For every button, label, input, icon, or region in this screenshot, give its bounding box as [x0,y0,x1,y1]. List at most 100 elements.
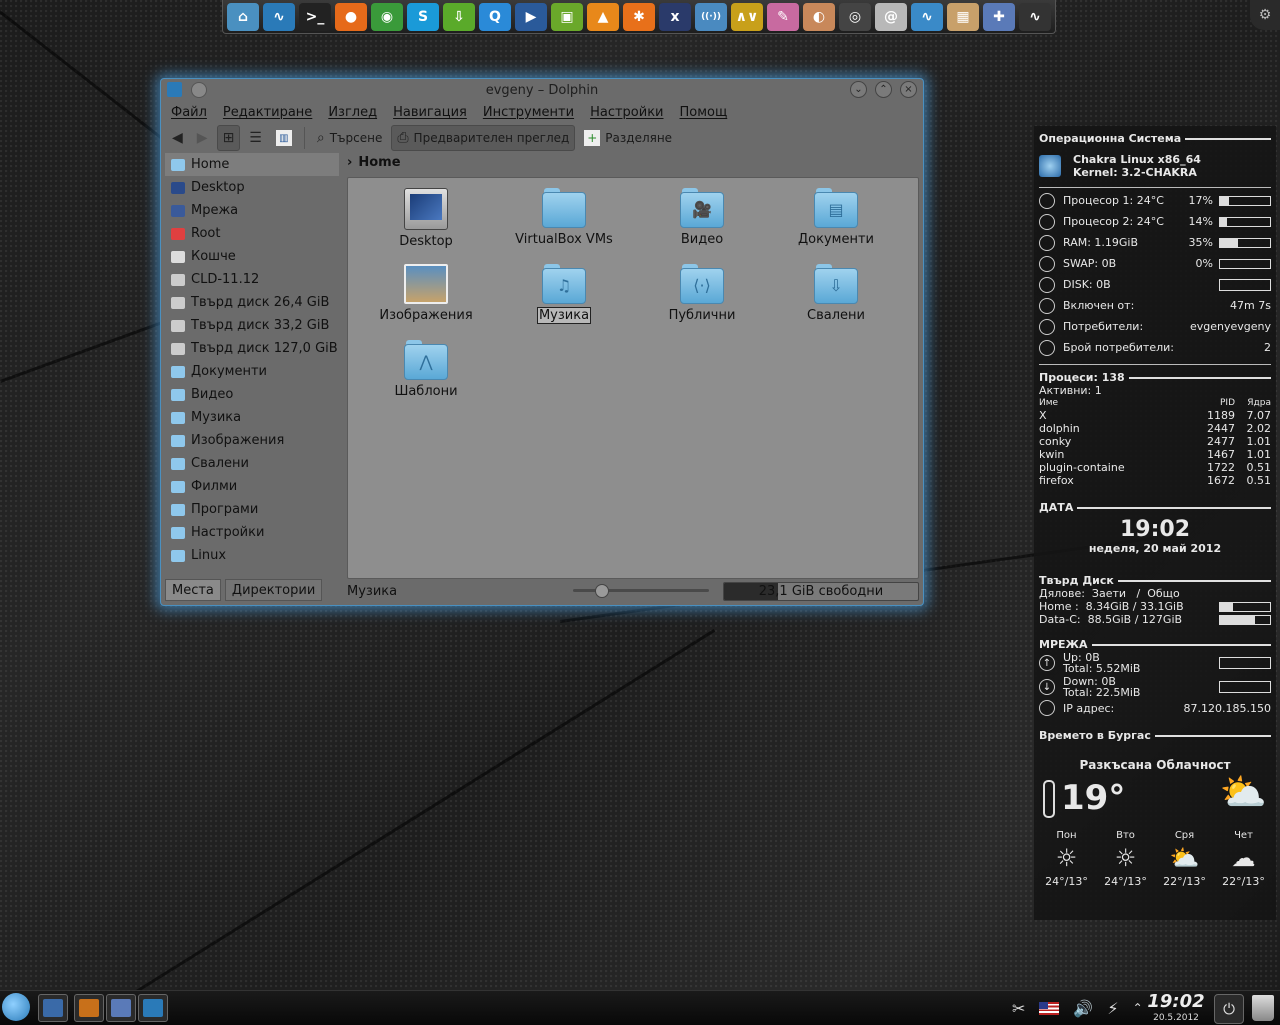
menu-item[interactable]: Инструменти [483,105,574,120]
shutdown-button[interactable]: ⏻ [1214,994,1244,1024]
scissors-icon[interactable]: ✂ [1012,999,1025,1018]
vlc-icon[interactable]: ▲ [587,2,619,31]
place-item[interactable]: Твърд диск 127,0 GiB [165,337,339,360]
file-item[interactable]: Desktop [361,188,491,249]
place-item[interactable]: Настройки [165,521,339,544]
menu-item[interactable]: Помощ [680,105,728,120]
menu-item[interactable]: Редактиране [223,105,312,120]
digital-clock[interactable]: 19:02 20.5.2012 [1146,991,1206,1023]
place-item[interactable]: Изображения [165,429,339,452]
home-folder-icon[interactable]: ⌂ [227,2,259,31]
place-item[interactable]: Мрежа [165,199,339,222]
columns-view-button[interactable]: ▥ [271,126,297,150]
place-icon [171,227,185,240]
stat-label: SWAP: 0B [1063,257,1117,270]
network-plug-icon[interactable]: ⚡ [1107,999,1118,1018]
file-view[interactable]: Desktop VirtualBox VMs 🎥 Видео ▤ Документи Изо… [347,177,919,579]
place-item[interactable]: Програми [165,498,339,521]
dolphin-icon[interactable]: ∿ [263,2,295,31]
skype-icon[interactable]: S [407,2,439,31]
split-button[interactable]: + Разделяне [579,126,677,150]
minimize-button[interactable]: ⌄ [850,81,867,98]
tray-expand-icon[interactable]: ⌃ [1133,1001,1143,1015]
place-item[interactable]: Твърд диск 26,4 GiB [165,291,339,314]
firefox-icon[interactable]: ● [335,2,367,31]
download-manager-icon[interactable]: ⇩ [443,2,475,31]
file-item[interactable]: ⋀ Шаблони [361,340,491,399]
zoom-slider-knob[interactable] [595,584,610,598]
top-dock: ⌂ ∿ >_ ● ◉ S ⇩ Q ▶ ▣ ▲ ✱ x ((·)) ∧∨ ✎ ◐ ◎ @ ∿ ▦ ✚ ∿ [222,0,1056,34]
place-item[interactable]: Desktop [165,176,339,199]
system-monitor-icon[interactable]: ∿ [911,2,943,31]
burn-disc-icon[interactable]: ✱ [623,2,655,31]
xbmc-icon[interactable]: x [659,2,691,31]
place-item[interactable]: Linux [165,544,339,567]
menu-item[interactable]: Изглед [328,105,377,120]
place-item[interactable]: Кошче [165,245,339,268]
ip-label: IP адрес: [1063,701,1115,715]
eye-icon[interactable]: ◐ [803,2,835,31]
place-item[interactable]: Твърд диск 33,2 GiB [165,314,339,337]
place-item[interactable]: Root [165,222,339,245]
camera-icon[interactable]: ◎ [839,2,871,31]
icons-view-button[interactable]: ⊞ [216,125,241,151]
maximize-button[interactable]: ⌃ [875,81,892,98]
krita-icon[interactable]: ✎ [767,2,799,31]
menu-item[interactable]: Файл [171,105,207,120]
task-kde-app[interactable] [74,994,104,1022]
ksysguard-icon[interactable]: ∿ [1019,2,1051,31]
task-dolphin[interactable] [138,994,168,1022]
file-item[interactable]: ⇩ Свалени [771,264,901,323]
tab-directories[interactable]: Директории [224,579,323,601]
place-item[interactable]: Филми [165,475,339,498]
distro-name: Chakra Linux x86_64 [1073,153,1201,166]
kde-menu-button[interactable] [2,993,30,1021]
tab-places[interactable]: Места [165,579,221,601]
file-item[interactable]: VirtualBox VMs [499,188,629,247]
menu-item[interactable]: Настройки [590,105,663,120]
video-player-icon[interactable]: ▶ [515,2,547,31]
search-button[interactable]: ⌕ Търсене [312,126,387,150]
chrome-icon[interactable]: ◉ [371,2,403,31]
forecast-day: Чет ☁ 22°/13° [1216,830,1271,888]
terminal-icon[interactable]: >_ [299,2,331,31]
preview-button[interactable]: ⎙ Предварителен преглед [391,125,576,151]
zoom-slider[interactable] [573,584,709,598]
task-settings[interactable] [106,994,136,1022]
breadcrumb[interactable]: › Home [347,155,401,170]
place-item[interactable]: Видео [165,383,339,406]
volume-icon[interactable]: 🔊 [1073,999,1093,1018]
trash-icon[interactable] [1252,995,1274,1021]
file-item[interactable]: Изображения [361,264,491,323]
place-item[interactable]: Home [165,153,339,176]
details-view-button[interactable]: ☰ [244,126,267,150]
video-editor-icon[interactable]: ▣ [551,2,583,31]
desktop-toolbox-button[interactable]: ⚙ [1250,0,1280,30]
back-button[interactable]: ◀ [167,126,188,150]
file-item[interactable]: ♫ Музика [499,264,629,324]
qbittorrent-icon[interactable]: Q [479,2,511,31]
swirl-icon[interactable]: @ [875,2,907,31]
forward-button[interactable]: ▶ [192,126,213,150]
place-item[interactable]: Документи [165,360,339,383]
menu-item[interactable]: Навигация [393,105,467,120]
place-item[interactable]: CLD-11.12 [165,268,339,291]
network-icon[interactable]: ((·)) [695,2,727,31]
preview-label: Предварителен преглед [413,131,570,145]
aiMP-icon[interactable]: ∧∨ [731,2,763,31]
package-installer-icon[interactable]: ▦ [947,2,979,31]
file-item[interactable]: ▤ Документи [771,188,901,247]
keyboard-layout-flag-icon[interactable] [1039,1001,1060,1015]
title-bar[interactable]: evgeny – Dolphin ⌄ ⌃ × [161,79,923,101]
cpu-icon [1039,192,1055,209]
place-icon [171,503,185,516]
breadcrumb-home[interactable]: Home [358,155,400,170]
task-desktop[interactable] [38,994,68,1022]
file-item[interactable]: 🎥 Видео [637,188,767,247]
file-item[interactable]: ⟨·⟩ Публични [637,264,767,323]
split-label: Разделяне [605,131,673,145]
place-item[interactable]: Музика [165,406,339,429]
close-button[interactable]: × [900,81,917,98]
settings-tools-icon[interactable]: ✚ [983,2,1015,31]
place-item[interactable]: Свалени [165,452,339,475]
